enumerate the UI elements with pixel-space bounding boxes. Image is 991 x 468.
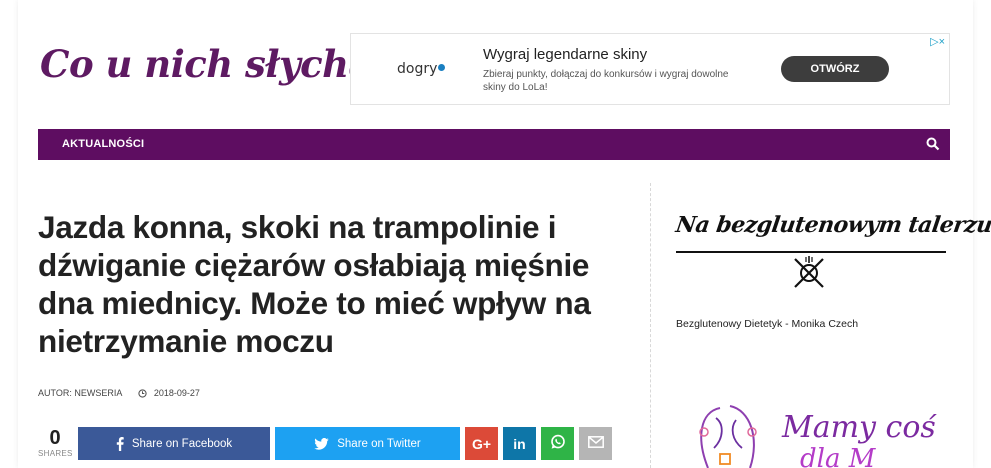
article-meta: AUTOR: NEWSERIA 2018-09-27: [38, 388, 200, 400]
ad-choices-icon[interactable]: ▷×: [930, 35, 945, 48]
nav-item-aktualnosci[interactable]: AKTUALNOŚCI: [62, 138, 144, 150]
ad-open-button[interactable]: OTWÓRZ: [781, 56, 889, 82]
share-counter: 0 SHARES: [38, 427, 72, 458]
sidebar-brand-logo[interactable]: Na bezglutenowym talerzu: [674, 212, 991, 238]
share-email-button[interactable]: [579, 427, 612, 460]
clock-icon: [138, 389, 148, 400]
twitter-icon: [314, 437, 329, 450]
share-count-label: SHARES: [38, 449, 73, 458]
sidebar-widget2-subtitle: dla M: [800, 444, 876, 468]
sidebar-caption[interactable]: Bezglutenowy Dietetyk - Monika Czech: [676, 318, 858, 330]
article-title: Jazda konna, skoki na trampolinie i dźwi…: [38, 209, 591, 359]
main-navbar: AKTUALNOŚCI: [38, 129, 950, 160]
share-linkedin-button[interactable]: in: [503, 427, 536, 460]
ad-title: Wygraj legendarne skiny: [483, 46, 648, 63]
column-divider: [650, 183, 651, 468]
share-twitter-button[interactable]: Share on Twitter: [275, 427, 460, 460]
facebook-icon: [116, 436, 124, 451]
share-googleplus-button[interactable]: G+: [465, 427, 498, 460]
googleplus-icon: G+: [471, 435, 492, 452]
ad-banner[interactable]: dogry Wygraj legendarne skiny Zbieraj pu…: [350, 33, 950, 105]
ad-brand-logo: dogry: [397, 61, 446, 77]
article-author[interactable]: AUTOR: NEWSERIA: [38, 388, 122, 398]
article-date: 2018-09-27: [153, 388, 200, 398]
share-count: 0: [49, 427, 61, 449]
share-facebook-button[interactable]: Share on Facebook: [78, 427, 270, 460]
ad-text: Zbieraj punkty, dołączaj do konkursów i …: [483, 69, 729, 93]
crossed-cutlery-icon: [789, 253, 829, 293]
share-whatsapp-button[interactable]: [541, 427, 574, 460]
linkedin-icon: in: [513, 435, 526, 452]
sidebar-widget2-title[interactable]: Mamy coś: [782, 410, 936, 445]
family-illustration-icon: [690, 398, 780, 468]
whatsapp-icon: [550, 434, 566, 453]
search-icon[interactable]: [926, 137, 940, 151]
envelope-icon: [587, 436, 604, 451]
